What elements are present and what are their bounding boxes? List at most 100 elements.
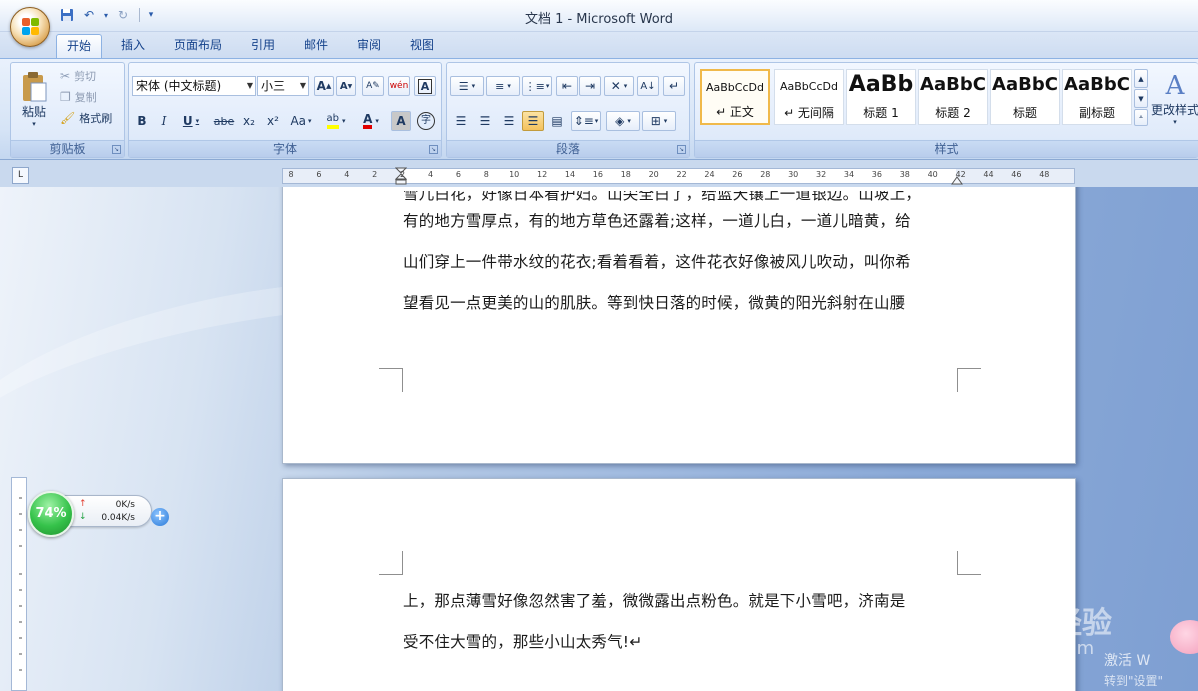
ruler-tick: 30 [788,170,799,179]
ruler-tick: 26 [732,170,743,179]
underline-button[interactable]: U ▾ [176,111,206,131]
borders-button[interactable]: ⊞ ▾ [642,111,676,131]
style-heading-1[interactable]: AaBb 标题 1 [846,69,916,125]
italic-button[interactable]: I [154,111,174,131]
phonetic-guide-button[interactable]: wén [388,76,410,96]
style-subtitle[interactable]: AaBbC 副标题 [1062,69,1132,125]
font-size-value: 小三 [261,79,286,93]
character-border-button[interactable]: A [414,76,436,96]
paste-button[interactable]: 粘贴 ▾ [15,65,53,133]
align-right-icon: ☰ [503,114,515,128]
text-line-2[interactable]: 有的地方雪厚点，有的地方草色还露着;这样，一道儿白，一道儿暗黄，给 [403,209,963,231]
clipboard-launcher-icon[interactable]: ↘ [112,145,121,154]
tab-review[interactable]: 审阅 [347,34,391,58]
text-line-1[interactable]: 雪儿白花，好像日本看护妇。山尖全白了，给蓝天镶上一道银边。山坡上， [403,191,963,204]
subscript-button[interactable]: x₂ [238,111,260,131]
tab-home[interactable]: 开始 [56,34,103,58]
change-styles-button[interactable]: A 更改样式 ▾ [1151,65,1198,131]
ruler-tick: 8 [483,170,489,179]
superscript-button[interactable]: x² [262,111,284,131]
font-name-combo[interactable]: 宋体 (中文标题) ▼ [132,76,256,96]
change-case-button[interactable]: Aa ▾ [286,111,316,131]
styles-more-icon[interactable]: ⩡ [1134,109,1148,126]
show-marks-button[interactable]: ↵ [663,76,685,96]
font-name-value: 宋体 (中文标题) [136,79,222,93]
ruler-tick: 42 [955,170,966,179]
vertical-ruler[interactable] [11,477,27,691]
paragraph-launcher-icon[interactable]: ↘ [677,145,686,154]
highlighter-icon: ab [326,113,339,129]
ruler-tick: 40 [927,170,938,179]
grow-font-button[interactable]: A ▲ [314,76,334,96]
style-normal[interactable]: AaBbCcDd ↵ 正文 [700,69,770,125]
cut-button[interactable]: ✂ 剪切 [59,67,97,85]
style-title[interactable]: AaBbC 标题 [990,69,1060,125]
download-speed: 0.04K/s [101,513,135,523]
ruler-tick: 6 [455,170,461,179]
align-center-button[interactable]: ☰ [474,111,496,131]
copy-button[interactable]: ❐ 复制 [59,88,98,106]
font-size-combo[interactable]: 小三 ▼ [257,76,309,96]
tab-view[interactable]: 视图 [400,34,444,58]
style-sample: AaBbC [992,74,1058,95]
decrease-indent-button[interactable]: ⇤ [556,76,578,96]
shrink-font-button[interactable]: A ▼ [336,76,356,96]
watermark-brand: Bai du [918,596,1045,636]
enclose-characters-button[interactable]: 字 [416,111,436,131]
character-shading-button[interactable]: A [391,111,411,131]
numbering-button[interactable]: ≡ ▾ [486,76,520,96]
justify-button[interactable]: ☰ [522,111,544,131]
office-button[interactable] [10,7,50,47]
text-line-3[interactable]: 山们穿上一件带水纹的花衣;看着看着，这件花衣好像被风儿吹动，叫你希 [403,250,963,272]
window-title: 文档 1 - Microsoft Word [524,12,674,27]
horizontal-ruler[interactable]: 8 6 4 2 2 4 6 8 10 12 14 16 18 20 22 24 26 28 30 32 34 36 38 40… [282,167,1075,185]
text-line-6[interactable]: 受不住大雪的，那些小山太秀气!↵ [403,630,963,652]
increase-indent-button[interactable]: ⇥ [579,76,601,96]
styles-scroll-down-icon[interactable]: ▼ [1134,89,1148,108]
paint-bucket-icon: ◈ [615,114,625,128]
bold-button[interactable]: B [132,111,152,131]
sort-button[interactable]: A↓ [637,76,659,96]
style-heading-2[interactable]: AaBbC 标题 2 [918,69,988,125]
chinese-layout-button[interactable]: ✕ ▾ [604,76,634,96]
style-no-spacing[interactable]: AaBbCcDd ↵ 无间隔 [774,69,844,125]
speed-boost-button[interactable]: + [151,508,169,526]
subscript-icon: x₂ [243,114,255,128]
distributed-button[interactable]: ▤ [546,111,568,131]
tab-insert[interactable]: 插入 [111,34,155,58]
ruler-tick: 12 [537,170,548,179]
ruler-tick: 22 [676,170,687,179]
superscript-icon: x² [267,114,279,128]
document-page-1[interactable]: 雪儿白花，好像日本看护妇。山尖全白了，给蓝天镶上一道银边。山坡上， 有的地方雪厚… [282,187,1076,464]
multilevel-list-button[interactable]: ⋮≡ ▾ [522,76,552,96]
shading-button[interactable]: ◈ ▾ [606,111,640,131]
ruler-tick: 34 [843,170,855,179]
bullet-list-icon: ☰ [458,79,469,93]
font-launcher-icon[interactable]: ↘ [429,145,438,154]
highlight-button[interactable]: ab ▾ [319,111,353,131]
activation-notice: 激活 W [1104,653,1151,669]
decrease-indent-icon: ⇤ [561,79,573,93]
style-sample: AaBb [848,72,914,97]
clear-formatting-button[interactable]: A✎ [362,76,384,96]
memory-usage-ball[interactable]: 74% [28,491,74,537]
styles-scroll-up-icon[interactable]: ▲ [1134,69,1148,88]
tab-selector[interactable]: L [12,167,29,184]
tab-mailings[interactable]: 邮件 [294,34,338,58]
enclose-characters-icon: 字 [417,112,435,130]
grow-font-icon: A [316,79,326,93]
style-name: 标题 1 [863,106,899,120]
network-speed-widget[interactable]: ↑ 0K/s ↓ 0.04K/s + 74% [28,491,169,537]
line-spacing-button[interactable]: ⇕≡ ▾ [571,111,601,131]
strikethrough-button[interactable]: abe [212,111,236,131]
format-painter-button[interactable]: 🖌 格式刷 [59,109,113,127]
bullets-button[interactable]: ☰ ▾ [450,76,484,96]
tab-references[interactable]: 引用 [241,34,285,58]
align-left-button[interactable]: ☰ [450,111,472,131]
font-color-button[interactable]: A ▾ [355,111,387,131]
paragraph-group: ☰ ▾ ≡ ▾ ⋮≡ ▾ ⇤ ⇥ ✕ ▾ A↓ ↵ ☰ ☰ ☰ ☰ ▤ ⇕≡ ▾ ◈ ▾ ⊞… [446,62,690,158]
tab-page-layout[interactable]: 页面布局 [164,34,232,58]
text-line-5[interactable]: 上，那点薄雪好像忽然害了羞，微微露出点粉色。就是下小雪吧，济南是 [403,589,963,611]
align-right-button[interactable]: ☰ [498,111,520,131]
text-line-4[interactable]: 望看见一点更美的山的肌肤。等到快日落的时候，微黄的阳光斜射在山腰 [403,291,963,313]
